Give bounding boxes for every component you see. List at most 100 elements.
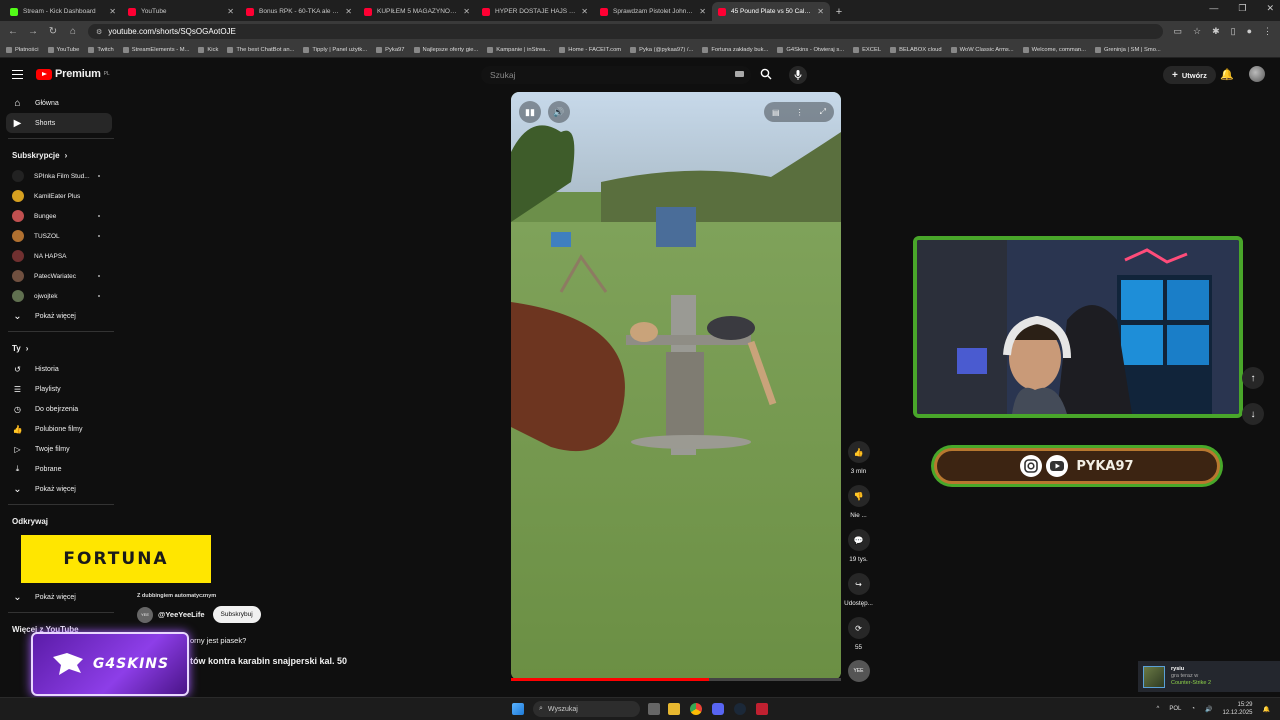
bookmark-item[interactable]: Pyka (@pykaa97) /... — [630, 46, 693, 53]
you-item[interactable]: ▷ Twoje filmy — [0, 439, 112, 459]
address-bar[interactable]: ⚙ youtube.com/shorts/SQsOGAotOJE — [88, 24, 1164, 39]
browser-tab[interactable]: 45 Pound Plate vs 50 Cal S... ✕ — [712, 2, 830, 21]
tab-close-icon[interactable]: ✕ — [227, 7, 234, 16]
notifications-bell-icon[interactable]: 🔔 — [1220, 68, 1234, 81]
comments-action[interactable]: 💬 19 tys. — [846, 529, 871, 563]
taskbar-search[interactable]: ⌕ Wyszukaj — [533, 701, 640, 717]
speaker-icon[interactable]: 🔊 — [1205, 706, 1212, 713]
lang-indicator[interactable]: POL — [1169, 706, 1181, 712]
tab-close-icon[interactable]: ✕ — [817, 7, 824, 16]
clock[interactable]: 15:29 12.12.2025 — [1222, 701, 1252, 717]
windows-start-icon[interactable] — [512, 703, 524, 715]
previous-short-button[interactable]: ↑ — [1242, 367, 1264, 389]
extensions-icon[interactable]: ✱ — [1212, 26, 1220, 37]
you-item[interactable]: ⤓ Pobrane — [0, 459, 112, 479]
steam-icon[interactable] — [734, 703, 746, 715]
bookmark-item[interactable]: The best ChatBot an... — [227, 46, 294, 53]
subscription-item[interactable]: Bungee — [0, 206, 118, 226]
share-action[interactable]: ↪ Udostęp... — [844, 573, 873, 607]
subscription-item[interactable]: NA HAPSA — [0, 246, 118, 266]
guide-menu-icon[interactable] — [12, 70, 23, 79]
youtube-logo[interactable]: Premium PL — [36, 68, 110, 80]
browser-tab[interactable]: Sprawdzam Pistolet Johna Wic... ✕ — [594, 2, 712, 21]
show-more-button[interactable]: ⌄ Pokaż więcej — [0, 479, 112, 499]
file-explorer-icon[interactable] — [668, 703, 680, 715]
next-short-button[interactable]: ↓ — [1242, 403, 1264, 425]
back-icon[interactable]: ← — [8, 26, 18, 37]
you-item[interactable]: 👍 Polubione filmy — [0, 419, 112, 439]
subscriptions-header[interactable]: Subskrypcje › — [0, 144, 118, 166]
bookmark-item[interactable]: YouTube — [47, 46, 79, 53]
bookmark-item[interactable]: G4Skins - Otwieraj s... — [777, 46, 844, 53]
pause-button[interactable]: ▮▮ — [519, 101, 541, 123]
obs-icon[interactable] — [756, 703, 768, 715]
you-item[interactable]: ☰ Playlisty — [0, 379, 112, 399]
search-input[interactable]: Szukaj — [481, 66, 751, 84]
tab-close-icon[interactable]: ✕ — [109, 7, 116, 16]
you-header[interactable]: Ty › — [0, 337, 118, 359]
browser-tab[interactable]: KUPIŁEM 5 MAGAZYNÓW I ZA... ✕ — [358, 2, 476, 21]
bookmark-item[interactable]: Tipply | Panel użytk... — [303, 46, 367, 53]
tab-close-icon[interactable]: ✕ — [699, 7, 706, 16]
captions-icon[interactable]: ▤ — [772, 108, 780, 117]
volume-button[interactable]: 🔊 — [548, 101, 570, 123]
discord-icon[interactable] — [712, 703, 724, 715]
fullscreen-icon[interactable]: ⤢ — [820, 107, 826, 117]
browser-tab[interactable]: YouTube ✕ — [122, 2, 240, 21]
show-more-button[interactable]: ⌄ Pokaż więcej — [0, 587, 112, 607]
nav-item-shorts[interactable]: ▶ Shorts — [6, 113, 112, 133]
keyboard-icon[interactable] — [735, 71, 744, 77]
tab-close-icon[interactable]: ✕ — [581, 7, 588, 16]
search-button[interactable] — [757, 65, 775, 83]
tab-close-icon[interactable]: ✕ — [345, 7, 352, 16]
user-avatar[interactable] — [1249, 66, 1265, 82]
subscribe-button[interactable]: Subskrybuj — [212, 606, 261, 623]
bookmark-item[interactable]: Fortuna zakłady buk... — [702, 46, 768, 53]
bookmark-item[interactable]: WoW Classic Arms... — [950, 46, 1014, 53]
wifi-icon[interactable]: ◔ — [1191, 706, 1195, 712]
forward-icon[interactable]: → — [28, 26, 38, 37]
bookmark-item[interactable]: Home - FACEIT.com — [559, 46, 621, 53]
you-item[interactable]: ↺ Historia — [0, 359, 112, 379]
remix-action[interactable]: ⟳ 55 — [846, 617, 871, 651]
bookmark-item[interactable]: StreamElements - M... — [122, 46, 189, 53]
nav-item-główna[interactable]: ⌂ Główna — [0, 93, 112, 113]
channel-avatar-action[interactable]: YEE — [846, 660, 871, 682]
tab-close-icon[interactable]: ✕ — [463, 7, 470, 16]
minimize-icon[interactable]: — — [1209, 3, 1218, 14]
site-info-icon[interactable]: ⚙ — [96, 28, 102, 36]
new-tab-button[interactable]: + — [830, 2, 848, 21]
channel-name[interactable]: @YeeYeeLife — [158, 610, 205, 619]
bookmark-item[interactable]: Płatności — [6, 46, 39, 53]
bookmark-item[interactable]: Kampanie | inStrea... — [487, 46, 550, 53]
maximize-icon[interactable]: ❐ — [1238, 3, 1246, 14]
bookmark-item[interactable]: EXCEL — [853, 46, 881, 53]
subscription-item[interactable]: SPInka Film Stud... — [0, 166, 118, 186]
bookmark-item[interactable]: Greninja | SM | Smo... — [1094, 46, 1161, 53]
bookmark-item[interactable]: Pyka97 — [376, 46, 405, 53]
bookmark-item[interactable]: Welcome, comman... — [1022, 46, 1086, 53]
bookmark-item[interactable]: Najlepsze oferty gie... — [413, 46, 478, 53]
browser-tab[interactable]: Stream - Kick Dashboard ✕ — [4, 2, 122, 21]
reload-icon[interactable]: ↻ — [48, 26, 58, 37]
bookmark-item[interactable]: Kick — [198, 46, 218, 53]
subscription-item[interactable]: KamilEater Plus — [0, 186, 118, 206]
dislike-action[interactable]: 👎 Nie ... — [846, 485, 871, 519]
bookmark-item[interactable]: Twitch — [88, 46, 114, 53]
subscription-item[interactable]: ojwojtek — [0, 286, 118, 306]
profile-icon[interactable]: ● — [1247, 26, 1252, 37]
more-options-icon[interactable]: ⋮ — [796, 108, 804, 117]
browser-tab[interactable]: HYPER DOSTAJE HAJS OD FALC... ✕ — [476, 2, 594, 21]
bookmark-item[interactable]: BELABOX cloud — [890, 46, 942, 53]
video-progress-bar[interactable] — [511, 678, 841, 681]
tray-chevron-icon[interactable]: ^ — [1157, 706, 1160, 712]
task-view-icon[interactable] — [648, 703, 660, 715]
show-more-button[interactable]: ⌄ Pokaż więcej — [0, 306, 112, 326]
notification-center-icon[interactable]: 🔔 — [1263, 706, 1270, 713]
subscription-item[interactable]: TUSZOL — [0, 226, 118, 246]
shorts-video-player[interactable] — [511, 92, 841, 680]
channel-avatar[interactable]: YEE — [137, 606, 153, 623]
like-action[interactable]: 👍 3 mln — [846, 441, 871, 475]
sidepanel-icon[interactable]: ▯ — [1231, 26, 1236, 37]
subscription-item[interactable]: PatecWariatec — [0, 266, 118, 286]
